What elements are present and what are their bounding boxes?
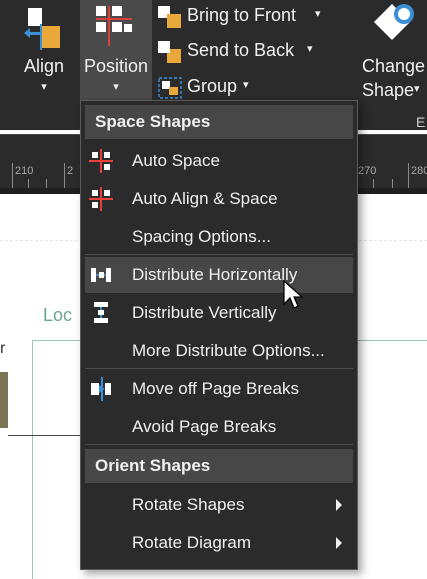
section-header-orient-shapes: Orient Shapes: [85, 449, 353, 483]
send-to-back-icon: [158, 41, 181, 63]
change-shape-dropdown-icon: ▾: [414, 83, 420, 95]
menu-item-avoid-page-breaks[interactable]: Avoid Page Breaks: [85, 409, 353, 445]
send-to-back-label: Send to Back: [187, 40, 295, 60]
canvas-text-loc[interactable]: Loc: [43, 305, 72, 326]
auto-align-space-icon: [89, 187, 113, 211]
menu-item-more-distribute-options[interactable]: More Distribute Options...: [85, 333, 353, 369]
position-icon: [96, 6, 132, 46]
menu-item-label: Auto Align & Space: [132, 189, 278, 208]
menu-item-label: Auto Space: [132, 151, 220, 170]
change-shape-button[interactable]: Change Shape ▾: [358, 0, 427, 112]
menu-item-label: Avoid Page Breaks: [132, 417, 277, 436]
bring-to-front-dropdown-icon: ▾: [315, 8, 321, 20]
menu-item-distribute-horizontally[interactable]: Distribute Horizontally: [85, 257, 353, 293]
menu-separator: [85, 444, 353, 445]
position-dropdown-menu: Space Shapes Auto Space Auto Align & Spa…: [80, 100, 358, 570]
container-left-border: [32, 340, 33, 579]
ruler-tick: [12, 163, 13, 189]
menu-item-spacing-options[interactable]: Spacing Options...: [85, 219, 353, 255]
position-dropdown-icon: ▾: [113, 81, 119, 93]
menu-item-label: Rotate Shapes: [132, 495, 245, 514]
change-shape-label-1: Change: [362, 56, 426, 76]
canvas-shape[interactable]: [0, 372, 8, 428]
bring-to-front-button[interactable]: Bring to Front ▾: [155, 2, 335, 32]
change-shape-icon: [374, 4, 414, 40]
ruler-tick: [408, 163, 409, 189]
send-to-back-dropdown-icon: ▾: [307, 43, 313, 55]
align-dropdown-icon: ▾: [41, 81, 47, 93]
menu-item-label: Distribute Horizontally: [132, 265, 298, 284]
menu-item-label: Distribute Vertically: [132, 303, 277, 322]
send-to-back-button[interactable]: Send to Back ▾: [155, 37, 335, 67]
auto-space-icon: [89, 149, 113, 173]
group-label: Group: [187, 76, 238, 96]
menu-item-label: More Distribute Options...: [132, 341, 325, 360]
ruler-label: 270: [358, 165, 377, 177]
submenu-arrow-icon: [336, 499, 342, 511]
position-button[interactable]: Position ▾: [80, 0, 152, 112]
mouse-pointer-icon: [283, 280, 303, 309]
align-label: Align: [23, 56, 65, 76]
menu-item-rotate-shapes[interactable]: Rotate Shapes: [85, 487, 353, 523]
ruler-label: 210: [15, 165, 34, 177]
group-dropdown-icon: ▾: [243, 79, 249, 91]
group-button[interactable]: Group ▾: [155, 73, 335, 103]
position-label: Position: [83, 56, 149, 76]
group-icon: [158, 77, 182, 99]
connector-line[interactable]: [8, 435, 80, 436]
menu-item-label: Move off Page Breaks: [132, 379, 299, 398]
ruler-label: 280: [411, 165, 427, 177]
menu-item-rotate-diagram[interactable]: Rotate Diagram: [85, 525, 353, 561]
menu-item-auto-align-space[interactable]: Auto Align & Space: [85, 181, 353, 217]
menu-item-label: Rotate Diagram: [132, 533, 252, 552]
menu-item-move-off-page-breaks[interactable]: Move off Page Breaks: [85, 371, 353, 407]
menu-item-label: Spacing Options...: [132, 227, 271, 246]
ruler-label: 2: [67, 165, 74, 177]
submenu-arrow-icon: [336, 537, 342, 549]
align-button[interactable]: Align ▾: [18, 0, 70, 112]
menu-item-auto-space[interactable]: Auto Space: [85, 143, 353, 179]
bring-to-front-icon: [158, 6, 181, 28]
section-header-space-shapes: Space Shapes: [85, 105, 353, 139]
menu-separator: [85, 368, 353, 369]
align-icon: [24, 8, 60, 50]
bring-to-front-label: Bring to Front: [187, 5, 297, 25]
canvas-text-r[interactable]: r: [0, 340, 5, 358]
distribute-vertically-icon: [94, 302, 108, 323]
menu-separator: [85, 254, 353, 255]
ribbon-group-label-cutoff: E: [416, 114, 426, 130]
ruler-tick: [64, 163, 65, 189]
distribute-horizontally-icon: [91, 268, 111, 282]
menu-item-distribute-vertically[interactable]: Distribute Vertically: [85, 295, 353, 331]
move-off-page-breaks-icon: [91, 377, 111, 401]
